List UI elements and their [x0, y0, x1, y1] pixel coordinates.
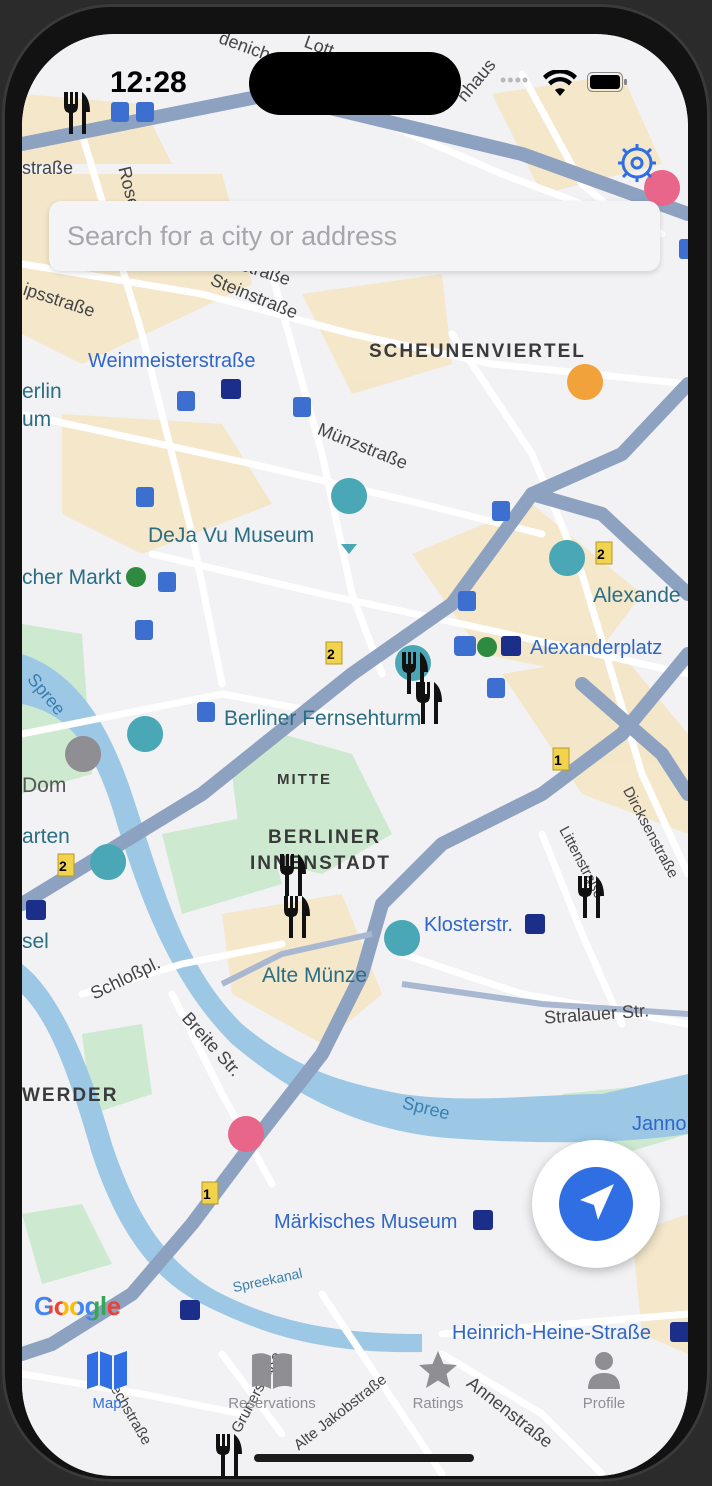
district-label: WERDER [22, 1085, 119, 1106]
district-label: BERLINER [268, 827, 382, 848]
poi-label: Alexande [593, 584, 681, 607]
status-time: 12:28 [110, 66, 187, 99]
poi-label: DeJa Vu Museum [148, 524, 315, 547]
poi-label: Berliner Fernsehturm [224, 707, 422, 730]
station-label: Janno [632, 1113, 687, 1135]
poi-label: Dom [22, 774, 67, 797]
battery-icon [587, 72, 627, 92]
tab-label: Map [92, 1395, 122, 1412]
station-label: Märkisches Museum [274, 1211, 458, 1233]
fork-knife-icon[interactable] [574, 874, 608, 920]
tab-profile[interactable]: Profile [534, 1339, 674, 1412]
search-input[interactable] [49, 201, 660, 271]
fork-knife-icon[interactable] [276, 852, 310, 898]
station-label: Alexanderplatz [530, 637, 663, 659]
fork-knife-icon[interactable] [412, 680, 446, 726]
poi-label: erlin [22, 380, 62, 403]
street-label: straße [22, 158, 74, 178]
district-label: MITTE [277, 771, 332, 788]
gear-icon[interactable] [616, 142, 658, 184]
road-number: 2 [59, 858, 67, 874]
tab-ratings[interactable]: Ratings [368, 1339, 508, 1412]
star-icon [419, 1351, 457, 1388]
poi-label: um [22, 408, 52, 431]
poi-label: cher Markt [22, 566, 122, 589]
fork-knife-icon[interactable] [280, 894, 314, 940]
poi-label: Alte Münze [262, 964, 368, 987]
district-label: SCHEUNENVIERTEL [369, 341, 586, 362]
tab-label: Profile [582, 1395, 626, 1412]
dynamic-island [249, 52, 461, 115]
locate-me-button[interactable] [532, 1140, 660, 1268]
road-number: 1 [554, 752, 562, 768]
poi-label: arten [22, 825, 70, 848]
screen: SCHEUNENVIERTEL MITTE BERLINER INNENSTAD… [22, 34, 688, 1476]
district-label: INNENSTADT [250, 853, 392, 874]
map-icon [87, 1351, 127, 1390]
poi-label: sel [22, 930, 49, 953]
tab-reservations[interactable]: Reservations [202, 1339, 342, 1412]
station-label: Klosterstr. [424, 914, 513, 936]
home-indicator[interactable] [254, 1454, 474, 1462]
tab-label: Ratings [412, 1395, 464, 1412]
tab-map[interactable]: Map [37, 1339, 177, 1412]
person-icon [588, 1352, 620, 1389]
road-number: 1 [203, 1186, 211, 1202]
fork-knife-icon[interactable] [60, 90, 94, 136]
tab-bar: Map Reservations Ratings Profile [22, 1339, 688, 1449]
signal-dots: •••• [500, 70, 530, 90]
location-arrow-icon [559, 1167, 633, 1241]
road-number: 2 [597, 546, 605, 562]
tab-label: Reservations [228, 1395, 316, 1412]
road-number: 2 [327, 646, 335, 662]
station-label: Weinmeisterstraße [88, 350, 256, 372]
wifi-icon [543, 70, 577, 96]
book-icon [252, 1353, 292, 1389]
phone-frame: SCHEUNENVIERTEL MITTE BERLINER INNENSTAD… [2, 4, 710, 1482]
google-logo: Google [34, 1291, 121, 1321]
